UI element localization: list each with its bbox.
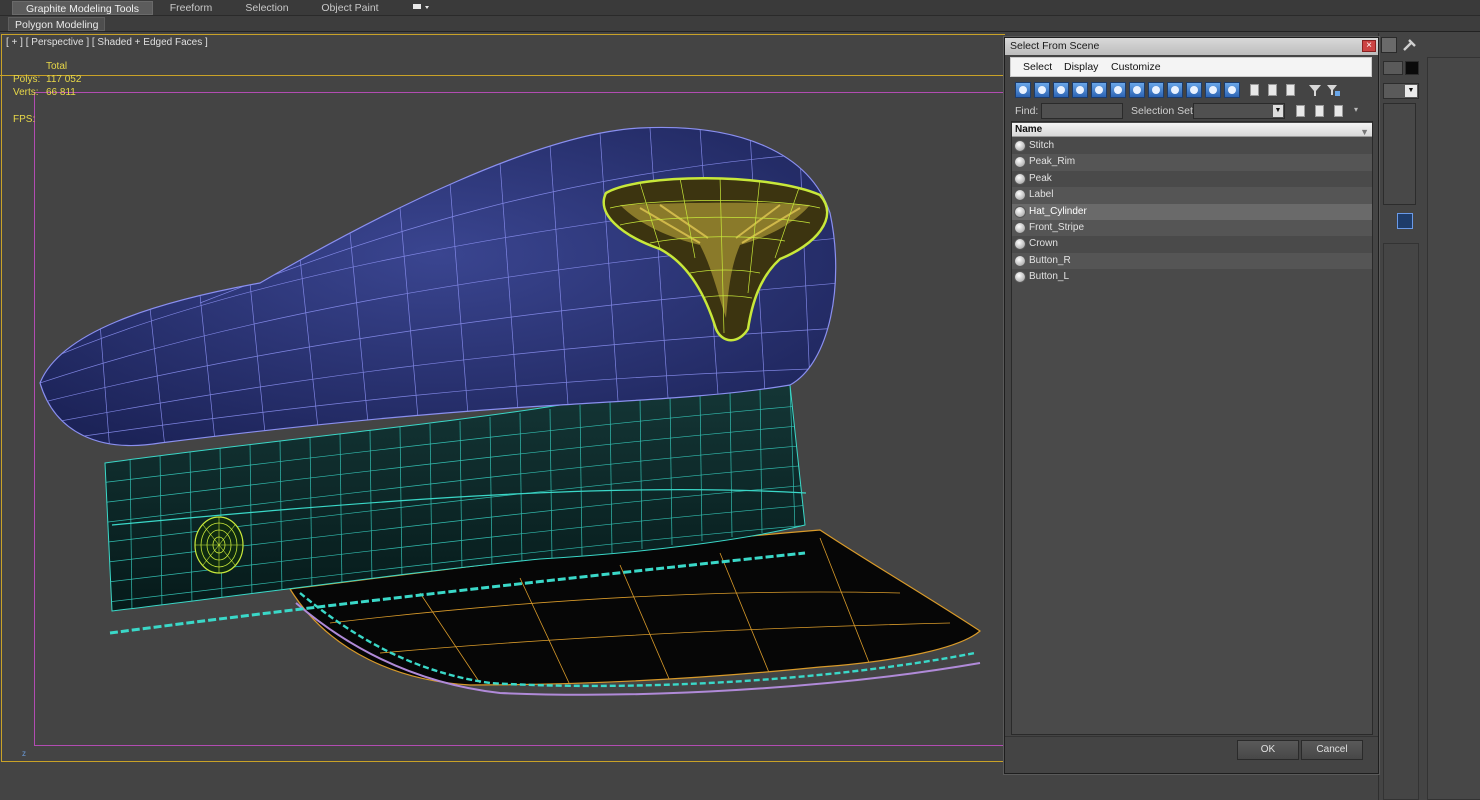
object-geometry-icon [1014, 172, 1026, 185]
hat-model[interactable] [0, 33, 1008, 763]
select-from-scene-dialog: Select From Scene × Select Display Custo… [1004, 37, 1379, 774]
list-item[interactable]: Peak [1012, 171, 1372, 187]
object-geometry-icon [1014, 271, 1026, 284]
display-hidden-icon[interactable] [1224, 82, 1240, 98]
panel-display-icon[interactable] [1381, 37, 1397, 53]
display-xrefs-icon[interactable] [1148, 82, 1164, 98]
create-selection-set-icon[interactable] [1294, 103, 1308, 119]
modifier-list-dropdown[interactable]: ▼ [1383, 83, 1419, 99]
list-item-label: Front_Stripe [1029, 222, 1085, 233]
remove-from-selection-set-icon[interactable] [1332, 103, 1346, 119]
list-item-label: Stitch [1029, 140, 1055, 151]
tab-selection[interactable]: Selection [236, 1, 298, 15]
display-filter-toolbar [1010, 80, 1372, 100]
list-item[interactable]: Crown [1012, 236, 1372, 252]
display-containers-icon[interactable] [1186, 82, 1202, 98]
object-geometry-icon [1014, 205, 1026, 218]
command-panel: ▼ [1378, 33, 1480, 800]
list-item[interactable]: Front_Stripe [1012, 220, 1372, 237]
find-row: Find: Selection Set: ▼ ▾ [1010, 101, 1372, 121]
object-geometry-icon [1014, 189, 1026, 202]
column-header-name[interactable]: Name ▼ [1012, 123, 1372, 137]
display-none-icon[interactable] [1266, 82, 1280, 98]
column-filter-icon[interactable]: ▼ [1360, 125, 1369, 139]
find-label: Find: [1015, 105, 1039, 117]
object-color-swatch[interactable] [1405, 61, 1419, 75]
tab-polygon-modeling[interactable]: Polygon Modeling [8, 17, 106, 31]
selection-set-dropdown[interactable]: ▼ [1193, 103, 1285, 119]
list-item-label: Hat_Cylinder [1029, 205, 1087, 217]
hat-side-button [194, 516, 244, 574]
column-name-label: Name [1015, 124, 1043, 135]
list-item-label: Crown [1029, 238, 1058, 250]
filter-options-icon[interactable] [1326, 82, 1340, 98]
find-input[interactable] [1041, 103, 1123, 119]
rollout-area [1383, 243, 1419, 800]
list-item[interactable]: Stitch [1012, 138, 1372, 154]
object-name-field[interactable] [1383, 61, 1403, 75]
dialog-title: Select From Scene [1005, 38, 1378, 55]
selection-set-label: Selection Set: [1131, 105, 1196, 117]
close-icon[interactable]: × [1362, 40, 1376, 52]
hammer-icon[interactable] [1401, 37, 1417, 53]
menu-select[interactable]: Select [1023, 61, 1052, 73]
ribbon-options-icon [413, 4, 429, 9]
list-item-label: Button_R [1029, 254, 1071, 266]
display-invert-icon[interactable] [1284, 82, 1298, 98]
display-geometry-icon[interactable] [1015, 82, 1031, 98]
list-item-label: Label [1029, 189, 1054, 201]
display-helpers-icon[interactable] [1091, 82, 1107, 98]
tab-freeform[interactable]: Freeform [160, 1, 222, 15]
panel-rollout-right [1427, 57, 1480, 800]
list-item-label: Peak [1029, 172, 1052, 184]
cancel-button[interactable]: Cancel [1301, 740, 1363, 760]
display-shapes-icon[interactable] [1034, 82, 1050, 98]
ribbon-subbar: Polygon Modeling [0, 16, 1480, 32]
list-item-label: Button_L [1029, 271, 1070, 283]
display-frozen-icon[interactable] [1205, 82, 1221, 98]
chevron-down-icon: ▼ [1405, 85, 1417, 97]
chevron-down-icon: ▼ [1273, 105, 1283, 117]
menu-display[interactable]: Display [1064, 61, 1098, 73]
object-geometry-icon [1014, 254, 1026, 267]
scene-object-list[interactable]: Name ▼ Stitch Peak_Rim Peak Label Hat_Cylind… [1011, 121, 1373, 735]
app-window: Graphite Modeling Tools Freeform Selecti… [0, 0, 1480, 800]
object-geometry-icon [1014, 238, 1026, 251]
toolbar-overflow-icon[interactable]: ▾ [1354, 105, 1368, 121]
dialog-footer-separator [1005, 736, 1378, 737]
display-all-icon[interactable] [1248, 82, 1262, 98]
ok-button[interactable]: OK [1237, 740, 1299, 760]
configure-modifier-sets-icon[interactable] [1397, 213, 1413, 229]
display-bones-icon[interactable] [1167, 82, 1183, 98]
ribbon-tabs: Graphite Modeling Tools Freeform Selecti… [0, 0, 1480, 16]
list-item-label: Peak_Rim [1029, 156, 1076, 168]
list-item[interactable]: Peak_Rim [1012, 154, 1372, 171]
display-groups-icon[interactable] [1129, 82, 1145, 98]
object-geometry-icon [1014, 140, 1026, 152]
tab-graphite-modeling-tools[interactable]: Graphite Modeling Tools [12, 1, 153, 15]
list-item[interactable]: Label [1012, 187, 1372, 204]
modifier-stack[interactable] [1383, 103, 1416, 205]
list-item[interactable]: Button_R [1012, 252, 1372, 270]
dialog-menubar: Select Display Customize [1010, 57, 1372, 77]
display-lights-icon[interactable] [1053, 82, 1069, 98]
menu-customize[interactable]: Customize [1111, 61, 1161, 73]
tab-object-paint[interactable]: Object Paint [312, 1, 388, 15]
ribbon-options-dropdown[interactable] [408, 1, 434, 15]
object-geometry-icon [1014, 156, 1026, 169]
list-item[interactable]: Hat_Cylinder [1012, 203, 1372, 220]
list-item[interactable]: Button_L [1012, 269, 1372, 285]
filter-icon[interactable] [1308, 82, 1322, 98]
display-cameras-icon[interactable] [1072, 82, 1088, 98]
display-spacewarps-icon[interactable] [1110, 82, 1126, 98]
add-to-selection-set-icon[interactable] [1313, 103, 1327, 119]
object-geometry-icon [1014, 222, 1026, 234]
